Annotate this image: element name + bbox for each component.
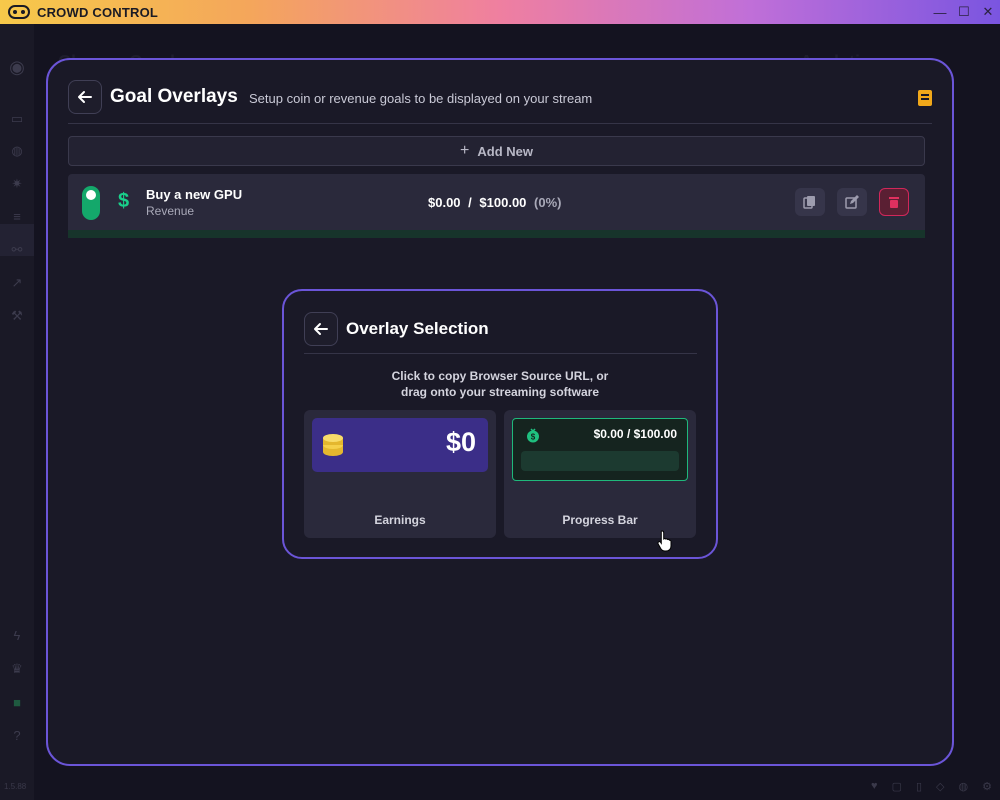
gamepad-icon[interactable]: ◍ (8, 144, 26, 158)
dollar-icon: $ (118, 190, 130, 212)
back-button[interactable] (68, 80, 102, 114)
progress-bar-preview: $ $0.00 / $100.00 (512, 418, 688, 481)
maximize-button[interactable]: ☐ (952, 0, 976, 24)
moneybag-icon: $ (527, 428, 539, 443)
goal-enabled-toggle[interactable] (82, 186, 100, 220)
help-icon[interactable]: ? (8, 729, 26, 743)
instruction-line: drag onto your streaming software (400, 385, 600, 399)
heart-icon[interactable]: ♥ (871, 780, 878, 793)
earnings-overlay-card[interactable]: $0 Earnings (304, 410, 496, 538)
divider (68, 123, 932, 124)
goal-name: Buy a new GPU (146, 187, 243, 202)
goal-type: Revenue (146, 204, 195, 218)
effects-icon[interactable]: ✷ (8, 177, 26, 191)
chat-icon[interactable]: ▢ (892, 780, 902, 793)
phone-icon[interactable]: ▯ (916, 780, 922, 793)
version-label: 1.5.88 (4, 782, 27, 791)
edit-icon (845, 195, 859, 209)
overlay-selection-dialog: Overlay Selection Click to copy Browser … (282, 289, 718, 559)
wrench-icon[interactable]: ⚒ (8, 309, 26, 323)
coins-icon (323, 434, 343, 456)
bottom-tray: ♥ ▢ ▯ ◇ ◍ ⚙ (871, 780, 992, 793)
goal-row: $ Buy a new GPU Revenue $0.00 / $100.00 … (68, 174, 925, 236)
progress-preview-track (521, 451, 679, 471)
add-new-button[interactable]: + Add New (68, 136, 925, 166)
monitor-icon[interactable]: ▭ (8, 112, 26, 126)
tag-icon[interactable]: ◇ (936, 780, 944, 793)
title-bar: CROWD CONTROL — ☐ ✕ (0, 0, 1000, 24)
modal-title: Goal Overlays (110, 86, 238, 107)
pointer-cursor-icon (657, 530, 672, 552)
goal-target: $100.00 (479, 195, 527, 210)
goal-current: $0.00 (428, 195, 461, 210)
goal-amount: $0.00 / $100.00 (0%) (428, 195, 562, 210)
toggle-knob (86, 190, 96, 200)
popup-title: Overlay Selection (346, 319, 489, 338)
window-controls: — ☐ ✕ (928, 0, 1000, 24)
integrations-icon[interactable]: ⚯ (8, 243, 26, 257)
copy-button[interactable] (795, 188, 825, 216)
minimize-button[interactable]: — (928, 0, 952, 24)
copy-icon (803, 196, 815, 209)
settings-tray-icon[interactable]: ⚙ (982, 780, 992, 793)
modal-subtitle: Setup coin or revenue goals to be displa… (249, 91, 593, 106)
back-arrow-icon (314, 323, 328, 335)
svg-text:$: $ (531, 433, 536, 442)
popup-instruction: Click to copy Browser Source URL, or dra… (284, 368, 716, 400)
gamepad-tray-icon[interactable]: ◍ (959, 780, 969, 793)
divider (304, 353, 697, 354)
lightning-icon[interactable]: ϟ (8, 629, 26, 643)
popup-back-button[interactable] (304, 312, 338, 346)
add-new-label: Add New (477, 143, 533, 159)
camera-icon[interactable]: ■ (8, 696, 26, 710)
plus-icon: + (460, 142, 470, 159)
progress-bar-overlay-card[interactable]: $ $0.00 / $100.00 Progress Bar (504, 410, 696, 538)
sidebar: ◉ ▭ ◍ ✷ ≡ ⚯ ↗ ⚒ ϟ ♛ ■ ? 1.5.88 (0, 24, 34, 800)
app-title: CROWD CONTROL (37, 4, 159, 20)
list-icon[interactable]: ≡ (8, 210, 26, 224)
goal-separator: / (468, 195, 472, 210)
trash-icon (889, 197, 899, 208)
close-button[interactable]: ✕ (976, 0, 1000, 24)
back-arrow-icon (78, 91, 92, 103)
instruction-line: Click to copy Browser Source URL, or (391, 369, 609, 383)
delete-button[interactable] (879, 188, 909, 216)
edit-button[interactable] (837, 188, 867, 216)
crown-icon[interactable]: ♛ (8, 662, 26, 676)
progress-bar-label: Progress Bar (562, 513, 638, 527)
goal-progress-track (68, 230, 925, 238)
book-icon[interactable] (918, 90, 932, 106)
earnings-label: Earnings (374, 513, 426, 527)
goal-percent: (0%) (534, 195, 562, 210)
analytics-icon[interactable]: ↗ (8, 276, 26, 290)
earnings-value: $0 (445, 427, 476, 457)
gamepad-logo-icon (8, 5, 30, 19)
avatar-icon[interactable]: ◉ (8, 58, 26, 76)
progress-preview-amount: $0.00 / $100.00 (593, 427, 677, 441)
app-logo: CROWD CONTROL (8, 5, 158, 20)
earnings-preview: $0 (312, 418, 488, 472)
